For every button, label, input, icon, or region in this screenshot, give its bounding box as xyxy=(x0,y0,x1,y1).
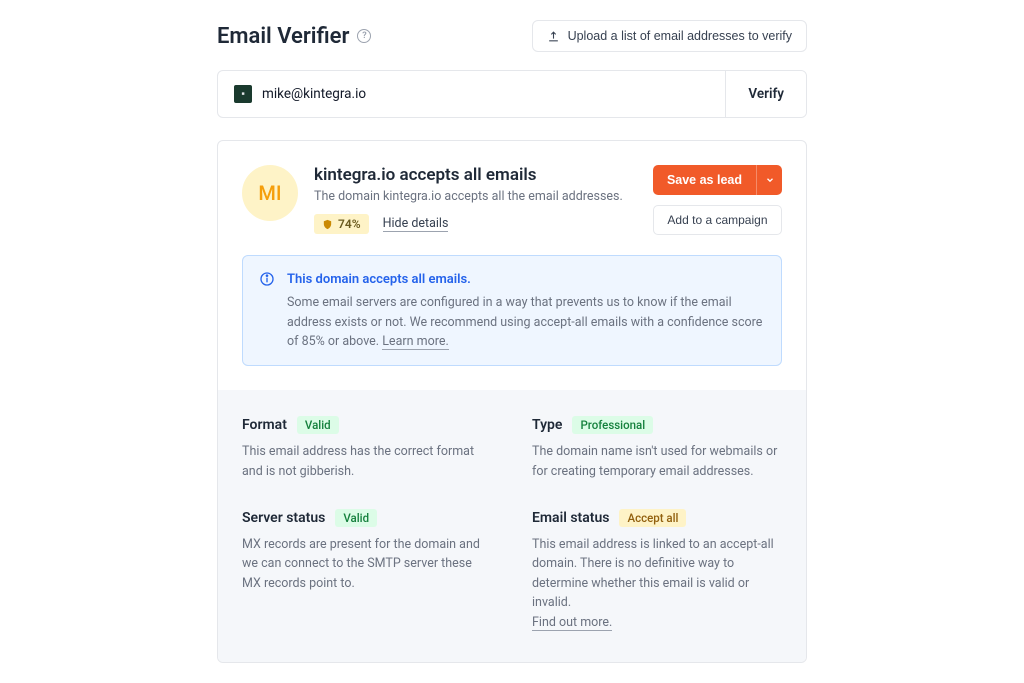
detail-email-status: Email status Accept all This email addre… xyxy=(532,509,782,632)
detail-format-badge: Valid xyxy=(297,416,339,434)
verify-button[interactable]: Verify xyxy=(725,71,806,117)
alert-text: Some email servers are configured in a w… xyxy=(287,295,762,349)
email-input-value: mike@kintegra.io xyxy=(262,86,366,102)
upload-icon xyxy=(547,30,560,43)
result-header: MI kintegra.io accepts all emails The do… xyxy=(218,141,806,255)
detail-server: Server status Valid MX records are prese… xyxy=(242,509,492,632)
result-title: kintegra.io accepts all emails xyxy=(314,165,637,185)
detail-type-badge: Professional xyxy=(572,416,653,434)
learn-more-link[interactable]: Learn more. xyxy=(382,334,449,350)
detail-type: Type Professional The domain name isn't … xyxy=(532,416,782,481)
detail-type-desc: The domain name isn't used for webmails … xyxy=(532,442,782,481)
detail-type-label: Type xyxy=(532,417,562,433)
confidence-row: 74% Hide details xyxy=(314,214,637,234)
add-campaign-button[interactable]: Add to a campaign xyxy=(653,205,782,235)
result-actions: Save as lead Add to a campaign xyxy=(653,165,782,235)
save-lead-dropdown[interactable] xyxy=(756,165,782,195)
result-subtitle: The domain kintegra.io accepts all the e… xyxy=(314,189,637,204)
detail-email-status-label: Email status xyxy=(532,510,609,526)
detail-email-status-text: This email address is linked to an accep… xyxy=(532,537,774,610)
verify-button-label: Verify xyxy=(748,86,784,102)
page-title-text: Email Verifier xyxy=(217,24,349,49)
hide-details-toggle[interactable]: Hide details xyxy=(383,216,449,232)
email-input-area[interactable]: ■ mike@kintegra.io xyxy=(218,71,725,117)
upload-list-label: Upload a list of email addresses to veri… xyxy=(568,29,792,43)
detail-format-desc: This email address has the correct forma… xyxy=(242,442,492,481)
confidence-value: 74% xyxy=(338,217,361,231)
detail-email-status-desc: This email address is linked to an accep… xyxy=(532,535,782,632)
upload-list-button[interactable]: Upload a list of email addresses to veri… xyxy=(532,20,807,52)
email-input-card: ■ mike@kintegra.io Verify xyxy=(217,70,807,118)
help-icon[interactable]: ? xyxy=(357,29,371,43)
shield-icon xyxy=(322,219,333,230)
confidence-badge: 74% xyxy=(314,214,369,234)
detail-server-desc: MX records are present for the domain an… xyxy=(242,535,492,593)
info-icon xyxy=(259,271,275,351)
alert-title: This domain accepts all emails. xyxy=(287,270,765,290)
alert-body: This domain accepts all emails. Some ema… xyxy=(287,270,765,351)
avatar: MI xyxy=(242,165,298,221)
avatar-initials: MI xyxy=(258,181,281,205)
page-title: Email Verifier ? xyxy=(217,24,371,49)
domain-favicon: ■ xyxy=(234,85,252,103)
result-info: kintegra.io accepts all emails The domai… xyxy=(314,165,637,235)
page-header: Email Verifier ? Upload a list of email … xyxy=(217,20,807,52)
find-out-more-link[interactable]: Find out more. xyxy=(532,615,612,631)
chevron-down-icon xyxy=(765,173,775,188)
save-lead-button[interactable]: Save as lead xyxy=(653,165,756,195)
result-card: MI kintegra.io accepts all emails The do… xyxy=(217,140,807,663)
detail-email-status-badge: Accept all xyxy=(619,509,686,527)
alert-container: This domain accepts all emails. Some ema… xyxy=(218,255,806,390)
details-grid: Format Valid This email address has the … xyxy=(218,390,806,662)
save-lead-group: Save as lead xyxy=(653,165,782,195)
detail-format-label: Format xyxy=(242,417,287,433)
detail-server-badge: Valid xyxy=(335,509,377,527)
detail-format: Format Valid This email address has the … xyxy=(242,416,492,481)
accept-all-alert: This domain accepts all emails. Some ema… xyxy=(242,255,782,366)
detail-server-label: Server status xyxy=(242,510,325,526)
